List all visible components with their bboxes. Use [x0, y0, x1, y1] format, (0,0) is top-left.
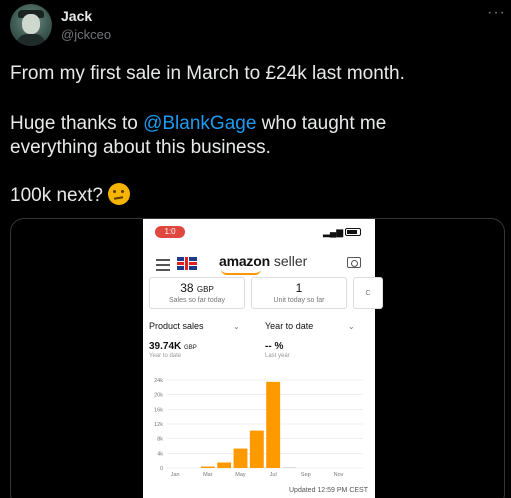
signal-icon: ▂▄▆	[323, 227, 344, 237]
summary-cards: 38 GBP Sales so far today 1 Unit today s…	[143, 277, 383, 313]
metric-label: Last year	[265, 353, 290, 359]
card-label: Unit today so far	[273, 297, 325, 304]
sales-today-card[interactable]: 38 GBP Sales so far today	[149, 277, 245, 309]
units-today-card[interactable]: 1 Unit today so far	[251, 277, 347, 309]
screenshot-phone: 1:0 ▂▄▆ amazon seller 38 GBP Sales so fa…	[143, 219, 383, 498]
author-name[interactable]: Jack	[61, 8, 92, 24]
chevron-down-icon[interactable]: ⌄	[348, 322, 355, 331]
metric-value: 39.74K GBP	[149, 341, 197, 352]
status-bar: 1:0 ▂▄▆	[143, 219, 375, 243]
metric-dropdown[interactable]: Product sales	[149, 321, 204, 331]
card-value: 38 GBP	[180, 281, 214, 295]
tweet-text-segment: Huge thanks to	[10, 113, 144, 134]
x-tick-label: Jan	[171, 472, 180, 478]
avatar-body	[17, 34, 45, 46]
y-tick-label: 4k	[157, 451, 163, 457]
tweet-text-line-4: 100k next?	[10, 183, 131, 208]
bar-jun[interactable]	[249, 430, 264, 468]
selector-row: Product sales ⌄ Year to date ⌄	[143, 321, 375, 339]
card-label: Sales so far today	[168, 297, 226, 304]
x-tick-label: Jul	[270, 472, 277, 478]
chevron-down-icon[interactable]: ⌄	[233, 322, 240, 331]
avatar-face	[22, 14, 40, 34]
secondary-metric: -- % Last year	[265, 341, 290, 359]
brand-logo: amazon seller	[219, 253, 308, 275]
x-tick-label: Sep	[301, 472, 311, 478]
uk-flag-icon[interactable]	[177, 257, 197, 270]
tweet-text-line-1: From my first sale in March to £24k last…	[10, 63, 405, 84]
avatar[interactable]	[10, 4, 52, 46]
y-tick-label: 0	[160, 466, 163, 472]
camera-icon[interactable]	[347, 257, 361, 268]
updated-timestamp: Updated 12:59 PM CEST	[289, 487, 368, 494]
x-tick-label: Mar	[203, 472, 213, 478]
menu-icon[interactable]	[156, 259, 170, 274]
card-label: C	[365, 290, 371, 297]
third-card[interactable]: C	[353, 277, 383, 309]
mention-link[interactable]: @BlankGage	[143, 113, 256, 134]
tweet-text-line-3: everything about this business.	[10, 137, 271, 158]
x-tick-label: Nov	[334, 472, 344, 478]
tweet-media[interactable]: 1:0 ▂▄▆ amazon seller 38 GBP Sales so fa…	[10, 218, 505, 498]
y-tick-label: 24k	[154, 378, 163, 384]
y-tick-label: 8k	[157, 437, 163, 443]
metric-value: -- %	[265, 341, 284, 352]
recording-badge: 1:0	[155, 226, 185, 238]
bar-jul[interactable]	[266, 381, 281, 468]
y-tick-label: 16k	[154, 407, 163, 413]
card-value: 1	[295, 281, 303, 295]
x-tick-label: May	[235, 472, 246, 478]
battery-icon	[345, 228, 361, 236]
metric-label: Year to date	[149, 353, 182, 359]
tweet-text-segment: who taught me	[256, 113, 387, 134]
sales-bar-chart: 0 4k 8k 12k 16k 20k 24k Jan Mar May Jul Sep Nov	[154, 378, 363, 478]
tweet-text-line-2: Huge thanks to @BlankGage who taught me	[10, 112, 386, 136]
more-options-icon[interactable]: ···	[487, 4, 506, 22]
y-tick-label: 20k	[154, 393, 163, 399]
y-tick-label: 12k	[154, 422, 163, 428]
bar-apr[interactable]	[217, 462, 232, 469]
author-handle[interactable]: @jckceo	[61, 27, 111, 42]
brand-sub: seller	[273, 253, 308, 269]
bar-may[interactable]	[233, 448, 248, 468]
bar-mar[interactable]	[200, 466, 215, 468]
period-dropdown[interactable]: Year to date	[265, 321, 313, 331]
brand-name: amazon	[219, 253, 270, 269]
thinking-face-icon	[108, 183, 131, 205]
tweet-text-segment: 100k next?	[10, 185, 103, 206]
primary-metric: 39.74K GBP Year to date	[149, 341, 197, 359]
bar-aug[interactable]	[282, 467, 297, 468]
brand-smile	[221, 269, 261, 275]
